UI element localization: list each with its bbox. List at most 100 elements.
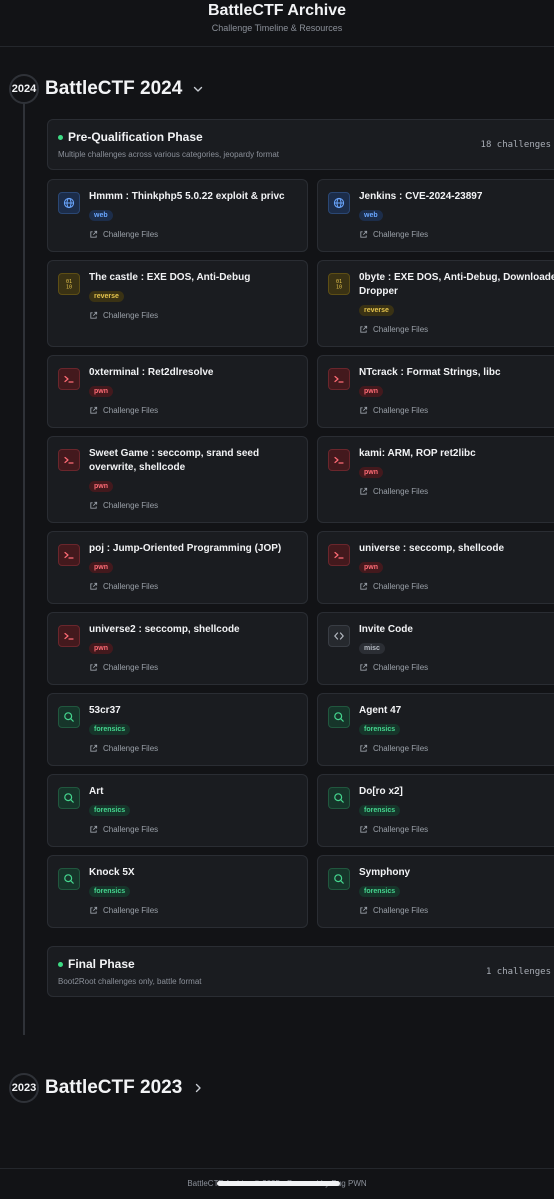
year-title: BattleCTF 2024 bbox=[45, 78, 183, 99]
phase-card[interactable]: Pre-Qualification Phase Multiple challen… bbox=[47, 119, 554, 170]
challenge-title: universe2 : seccomp, shellcode bbox=[89, 624, 240, 635]
challenge-card[interactable]: Jenkins : CVE-2024-23897 web Challenge F… bbox=[317, 179, 554, 252]
chevron-down-icon[interactable] bbox=[192, 83, 204, 95]
external-link-icon bbox=[360, 406, 368, 414]
challenge-files-label: Challenge Files bbox=[373, 406, 429, 415]
challenge-files-link[interactable]: Challenge Files bbox=[359, 825, 554, 834]
challenge-card[interactable]: 0xterminal : Ret2dlresolve pwn Challenge… bbox=[47, 355, 308, 428]
globe-icon bbox=[58, 192, 80, 214]
challenge-title: poj : Jump-Oriented Programming (JOP) bbox=[89, 543, 282, 554]
challenge-card[interactable]: 53cr37 forensics Challenge Files bbox=[47, 693, 308, 766]
challenge-files-link[interactable]: Challenge Files bbox=[359, 906, 554, 915]
challenge-files-label: Challenge Files bbox=[103, 406, 159, 415]
search-icon bbox=[328, 706, 350, 728]
phase-title: Final Phase bbox=[68, 957, 135, 971]
external-link-icon bbox=[90, 825, 98, 833]
phase-status-dot bbox=[58, 134, 63, 140]
terminal-icon bbox=[328, 449, 350, 471]
home-indicator[interactable] bbox=[217, 1181, 340, 1186]
challenge-files-label: Challenge Files bbox=[103, 663, 159, 672]
challenge-card[interactable]: kami: ARM, ROP ret2libc pwn Challenge Fi… bbox=[317, 436, 554, 523]
challenge-card[interactable]: universe : seccomp, shellcode pwn Challe… bbox=[317, 531, 554, 604]
challenge-files-label: Challenge Files bbox=[373, 663, 429, 672]
challenge-files-link[interactable]: Challenge Files bbox=[89, 311, 297, 320]
year-badge: 2023 bbox=[9, 1073, 39, 1103]
external-link-icon bbox=[360, 487, 368, 495]
challenge-files-link[interactable]: Challenge Files bbox=[89, 744, 297, 753]
search-icon bbox=[58, 706, 80, 728]
challenge-title: Do[ro x2] bbox=[359, 786, 403, 797]
challenge-card[interactable]: Art forensics Challenge Files bbox=[47, 774, 308, 847]
app-subtitle: Challenge Timeline & Resources bbox=[211, 23, 343, 33]
category-tag: forensics bbox=[359, 805, 401, 816]
challenge-files-label: Challenge Files bbox=[103, 230, 159, 239]
challenge-card[interactable]: Hmmm : Thinkphp5 5.0.22 exploit & privc … bbox=[47, 179, 308, 252]
challenge-files-link[interactable]: Challenge Files bbox=[89, 230, 297, 239]
challenge-files-link[interactable]: Challenge Files bbox=[359, 325, 554, 334]
external-link-icon bbox=[90, 906, 98, 914]
challenge-files-link[interactable]: Challenge Files bbox=[89, 582, 297, 591]
app-title: BattleCTF Archive bbox=[207, 2, 347, 19]
category-tag: pwn bbox=[89, 386, 113, 397]
year-badge: 2024 bbox=[9, 74, 39, 104]
challenge-card[interactable]: Agent 47 forensics Challenge Files bbox=[317, 693, 554, 766]
challenge-files-label: Challenge Files bbox=[103, 582, 159, 591]
challenge-title: Symphony bbox=[359, 867, 411, 878]
challenge-card[interactable]: 01 10 0byte : EXE DOS, Anti-Debug, Downlo… bbox=[317, 260, 554, 347]
challenge-files-link[interactable]: Challenge Files bbox=[89, 906, 297, 915]
challenge-files-link[interactable]: Challenge Files bbox=[359, 406, 554, 415]
year-header-2024[interactable]: 2024 BattleCTF 2024 bbox=[9, 74, 204, 104]
category-tag: pwn bbox=[359, 467, 383, 478]
phase-count: 1 challenges bbox=[485, 967, 551, 977]
chevron-right-icon[interactable] bbox=[192, 1082, 204, 1094]
challenge-files-link[interactable]: Challenge Files bbox=[359, 663, 554, 672]
search-icon bbox=[328, 787, 350, 809]
challenge-files-link[interactable]: Challenge Files bbox=[359, 582, 554, 591]
year-header-2023[interactable]: 2023 BattleCTF 2023 bbox=[9, 1073, 204, 1103]
external-link-icon bbox=[360, 825, 368, 833]
svg-text:10: 10 bbox=[66, 285, 72, 291]
challenge-card[interactable]: Invite Code misc Challenge Files bbox=[317, 612, 554, 685]
external-link-icon bbox=[360, 663, 368, 671]
challenge-files-label: Challenge Files bbox=[373, 325, 429, 334]
category-tag: forensics bbox=[89, 724, 131, 735]
phase-card[interactable]: Final Phase Boot2Root challenges only, b… bbox=[47, 946, 554, 997]
challenge-files-label: Challenge Files bbox=[373, 487, 429, 496]
challenge-files-link[interactable]: Challenge Files bbox=[359, 230, 554, 239]
challenge-card[interactable]: universe2 : seccomp, shellcode pwn Chall… bbox=[47, 612, 308, 685]
challenge-card[interactable]: Knock 5X forensics Challenge Files bbox=[47, 855, 308, 928]
category-tag: web bbox=[359, 210, 383, 221]
challenge-files-link[interactable]: Challenge Files bbox=[359, 744, 554, 753]
challenge-title: Agent 47 bbox=[359, 705, 402, 716]
challenge-card[interactable]: 01 10 The castle : EXE DOS, Anti-Debug re… bbox=[47, 260, 308, 347]
category-tag: pwn bbox=[89, 481, 113, 492]
binary-icon: 01 10 bbox=[328, 273, 350, 295]
challenge-files-link[interactable]: Challenge Files bbox=[359, 487, 554, 496]
challenge-card[interactable]: Sweet Game : seccomp, srand seed overwri… bbox=[47, 436, 308, 523]
challenge-card[interactable]: poj : Jump-Oriented Programming (JOP) pw… bbox=[47, 531, 308, 604]
search-icon bbox=[328, 868, 350, 890]
globe-icon bbox=[328, 192, 350, 214]
challenge-files-link[interactable]: Challenge Files bbox=[89, 825, 297, 834]
challenge-title: NTcrack : Format Strings, libc bbox=[359, 367, 501, 378]
category-tag: reverse bbox=[359, 305, 394, 316]
challenge-files-link[interactable]: Challenge Files bbox=[89, 501, 297, 510]
challenge-files-label: Challenge Files bbox=[103, 906, 159, 915]
challenge-card[interactable]: Do[ro x2] forensics Challenge Files bbox=[317, 774, 554, 847]
challenge-title: Art bbox=[89, 786, 104, 797]
category-tag: pwn bbox=[359, 386, 383, 397]
terminal-icon bbox=[58, 368, 80, 390]
external-link-icon bbox=[360, 744, 368, 752]
challenge-files-link[interactable]: Challenge Files bbox=[89, 663, 297, 672]
terminal-icon bbox=[58, 544, 80, 566]
challenge-title: 53cr37 bbox=[89, 705, 121, 716]
challenge-card[interactable]: NTcrack : Format Strings, libc pwn Chall… bbox=[317, 355, 554, 428]
challenge-title: Hmmm : Thinkphp5 5.0.22 exploit & privc bbox=[89, 191, 285, 202]
binary-icon: 01 10 bbox=[58, 273, 80, 295]
challenge-card[interactable]: Symphony forensics Challenge Files bbox=[317, 855, 554, 928]
phase-status-dot bbox=[58, 961, 63, 967]
challenge-files-link[interactable]: Challenge Files bbox=[89, 406, 297, 415]
category-tag: forensics bbox=[89, 886, 131, 897]
challenge-files-label: Challenge Files bbox=[103, 501, 159, 510]
category-tag: forensics bbox=[359, 886, 401, 897]
